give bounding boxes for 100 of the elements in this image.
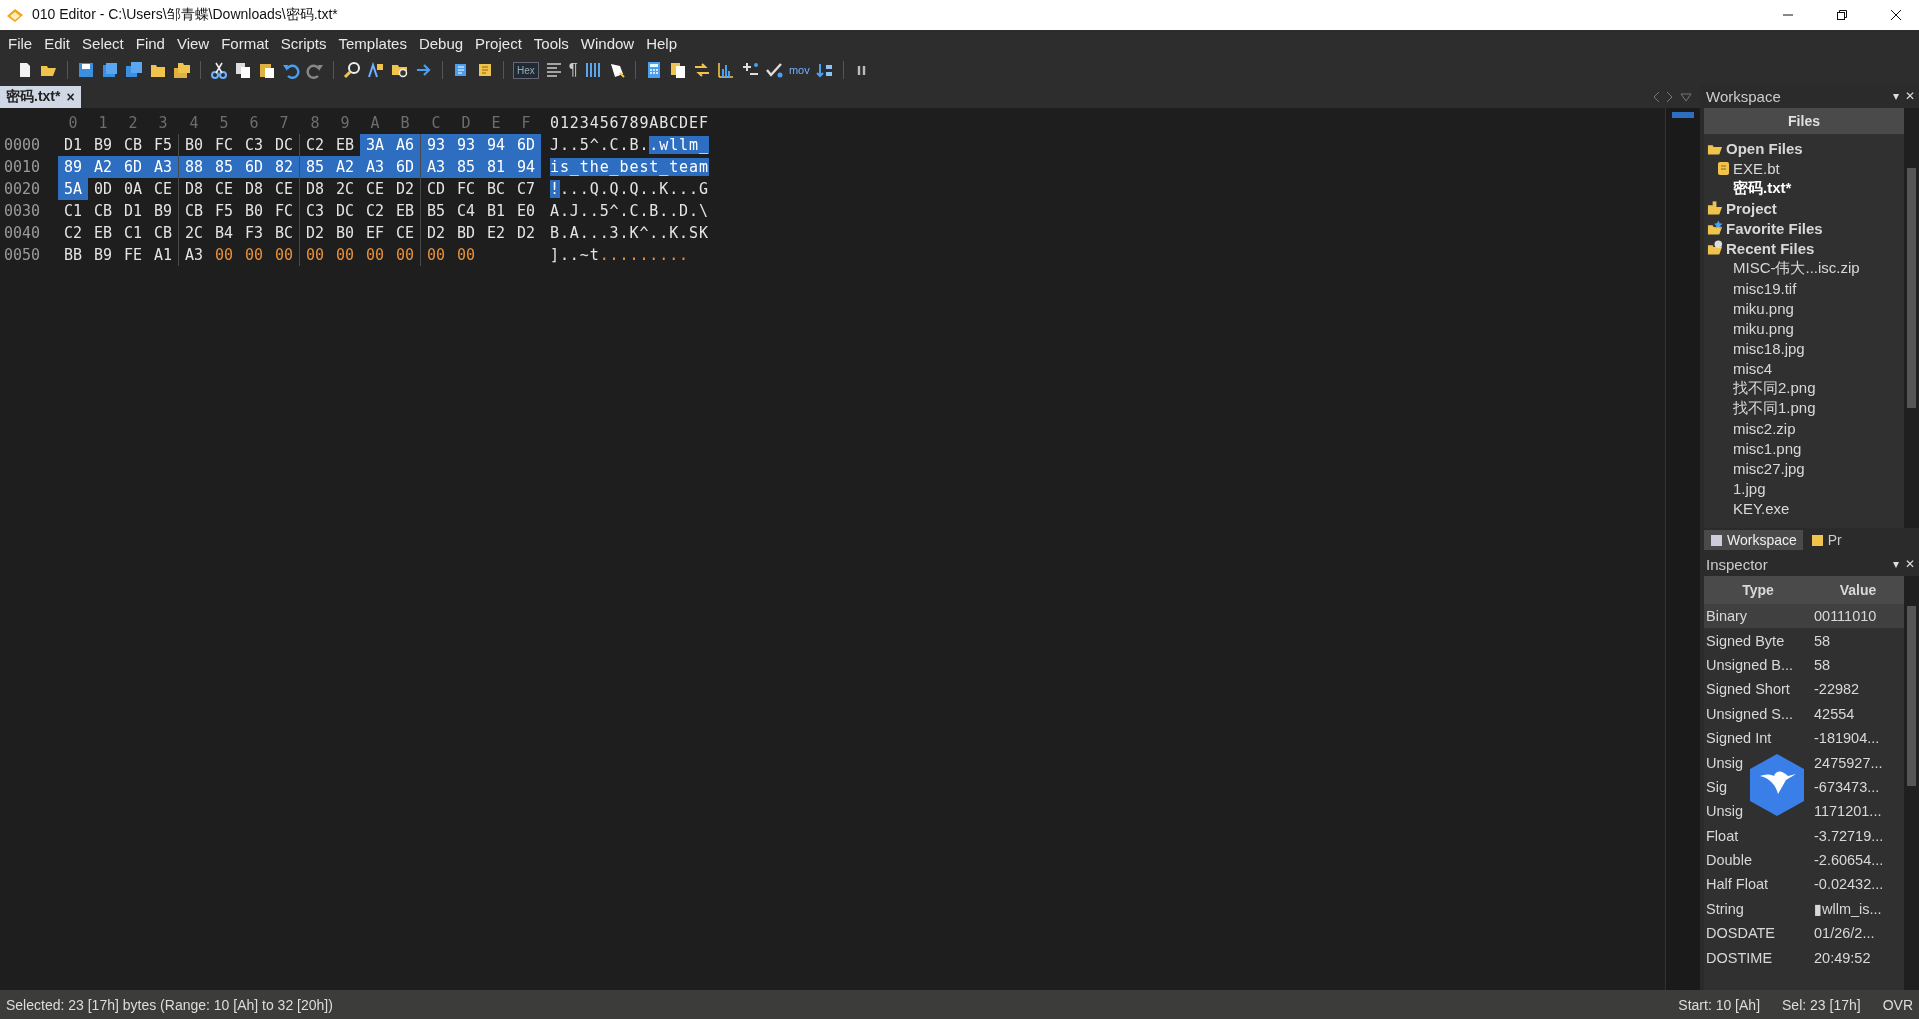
hex-byte[interactable]: EB (390, 200, 420, 222)
hex-byte[interactable]: 6D (390, 156, 420, 178)
hex-byte[interactable]: FE (118, 244, 148, 266)
hex-byte[interactable]: C3 (300, 200, 330, 222)
hex-byte[interactable]: E2 (481, 222, 511, 244)
hex-byte[interactable]: A6 (390, 134, 420, 156)
hex-byte[interactable]: 00 (269, 244, 299, 266)
hex-byte[interactable]: D2 (390, 178, 420, 200)
hex-byte[interactable]: CE (209, 178, 239, 200)
hex-byte[interactable]: 2C (179, 222, 209, 244)
inspector-row[interactable]: Half Float -0.02432... (1704, 872, 1904, 897)
hex-byte[interactable]: C7 (511, 178, 541, 200)
menu-item[interactable]: Select (76, 32, 130, 54)
lines-icon[interactable] (583, 61, 602, 79)
menu-item[interactable]: Find (129, 32, 171, 54)
menu-item[interactable]: Help (640, 32, 684, 54)
inspector-row[interactable]: Unsig 2475927... (1704, 750, 1904, 775)
tree-entry[interactable]: miku.png (1733, 299, 1794, 317)
hex-byte[interactable]: 93 (421, 134, 451, 156)
scrollbar[interactable] (1904, 576, 1919, 990)
hex-byte[interactable]: 6D (239, 156, 269, 178)
hex-byte[interactable]: D1 (58, 134, 88, 156)
hex-byte[interactable]: D8 (300, 178, 330, 200)
right-chevron-icon[interactable] (1666, 91, 1674, 103)
hex-byte[interactable]: 3A (360, 134, 390, 156)
hex-byte[interactable]: A3 (179, 244, 209, 266)
tree-entry[interactable]: 找不同2.png (1733, 378, 1816, 398)
hex-byte[interactable]: CB (118, 134, 148, 156)
hex-byte[interactable]: CE (390, 222, 420, 244)
swap-arrows-icon[interactable] (692, 61, 711, 79)
hex-byte[interactable]: 5A (58, 178, 88, 200)
hex-byte[interactable]: D8 (179, 178, 209, 200)
tree-entry[interactable]: misc19.tif (1733, 279, 1797, 297)
panel-menu-button[interactable]: ▾ (1892, 89, 1899, 103)
hex-byte[interactable]: BC (269, 222, 299, 244)
tree-entry[interactable]: miku.png (1733, 319, 1794, 337)
hex-byte[interactable]: BB (58, 244, 88, 266)
hex-byte[interactable]: 6D (511, 134, 541, 156)
menu-item[interactable]: View (170, 32, 216, 54)
hex-byte[interactable]: D2 (300, 222, 330, 244)
hex-byte[interactable]: A3 (360, 156, 390, 178)
dropdown-icon[interactable] (1680, 91, 1692, 103)
hex-byte[interactable]: D1 (118, 200, 148, 222)
tree-entry[interactable]: misc27.jpg (1733, 459, 1805, 477)
hex-byte[interactable]: F3 (239, 222, 269, 244)
left-chevron-icon[interactable] (1652, 91, 1660, 103)
hex-byte[interactable]: B9 (88, 134, 118, 156)
panel-menu-button[interactable]: ▾ (1892, 557, 1899, 571)
save-icon[interactable] (77, 61, 95, 79)
save-all-icon[interactable] (125, 61, 143, 79)
column-header[interactable]: Value (1812, 582, 1904, 598)
hex-byte[interactable]: DC (269, 134, 299, 156)
hex-byte[interactable]: 00 (300, 244, 330, 266)
hex-byte[interactable]: BD (451, 222, 481, 244)
tree-entry[interactable]: 密码.txt* (1733, 178, 1792, 198)
inspector-row[interactable]: DOSDATE 01/26/2... (1704, 921, 1904, 946)
template-icon[interactable] (476, 61, 494, 79)
menu-item[interactable]: Format (215, 32, 275, 54)
ascii-text[interactable]: ]..~t......... (542, 244, 690, 266)
hex-byte[interactable]: B4 (209, 222, 239, 244)
hex-byte[interactable]: CE (269, 178, 299, 200)
hex-byte[interactable]: A2 (88, 156, 118, 178)
checkmark-icon[interactable] (764, 61, 783, 79)
hex-byte[interactable]: 85 (300, 156, 330, 178)
inspector-row[interactable]: Sig -673473... (1704, 774, 1904, 800)
hex-byte[interactable]: CB (148, 222, 178, 244)
hex-byte[interactable]: D8 (239, 178, 269, 200)
hex-byte[interactable]: FC (451, 178, 481, 200)
hex-view-button[interactable]: Hex (513, 61, 539, 79)
histogram-icon[interactable] (716, 61, 735, 79)
inspector-row[interactable]: DOSTIME 20:49:52 (1704, 945, 1904, 970)
hex-byte[interactable]: B5 (421, 200, 451, 222)
hex-byte[interactable]: B1 (481, 200, 511, 222)
panel-close-button[interactable]: ✕ (1904, 557, 1915, 571)
copy-icon[interactable] (234, 61, 252, 79)
column-header[interactable]: Type (1704, 582, 1812, 598)
hex-byte[interactable]: 00 (239, 244, 269, 266)
hex-byte[interactable]: CB (88, 200, 118, 222)
menu-item[interactable]: Window (574, 32, 641, 54)
tree-entry[interactable]: misc2.zip (1733, 419, 1796, 437)
hex-byte[interactable]: C1 (118, 222, 148, 244)
inspector-row[interactable]: Float -3.72719... (1704, 823, 1904, 848)
tree-folder[interactable]: Favorite Files (1726, 219, 1823, 237)
hex-byte[interactable]: 2C (330, 178, 360, 200)
panel-tab[interactable]: Workspace (1704, 530, 1803, 550)
hex-byte[interactable]: BC (481, 178, 511, 200)
hex-byte[interactable]: FC (269, 200, 299, 222)
hex-byte[interactable]: 0D (88, 178, 118, 200)
hex-byte[interactable]: EF (360, 222, 390, 244)
hex-byte[interactable]: B9 (88, 244, 118, 266)
tree-entry[interactable]: KEY.exe (1733, 499, 1790, 517)
columns-toggle-icon[interactable] (544, 61, 563, 79)
hex-byte[interactable]: CE (148, 178, 178, 200)
hex-byte[interactable]: 85 (451, 156, 481, 178)
hex-byte[interactable]: EB (330, 134, 360, 156)
hex-byte[interactable]: 00 (421, 244, 451, 266)
replace-icon[interactable] (367, 61, 385, 79)
hex-byte[interactable]: 00 (330, 244, 360, 266)
hex-byte[interactable]: 88 (179, 156, 209, 178)
search-icon[interactable] (343, 61, 361, 79)
